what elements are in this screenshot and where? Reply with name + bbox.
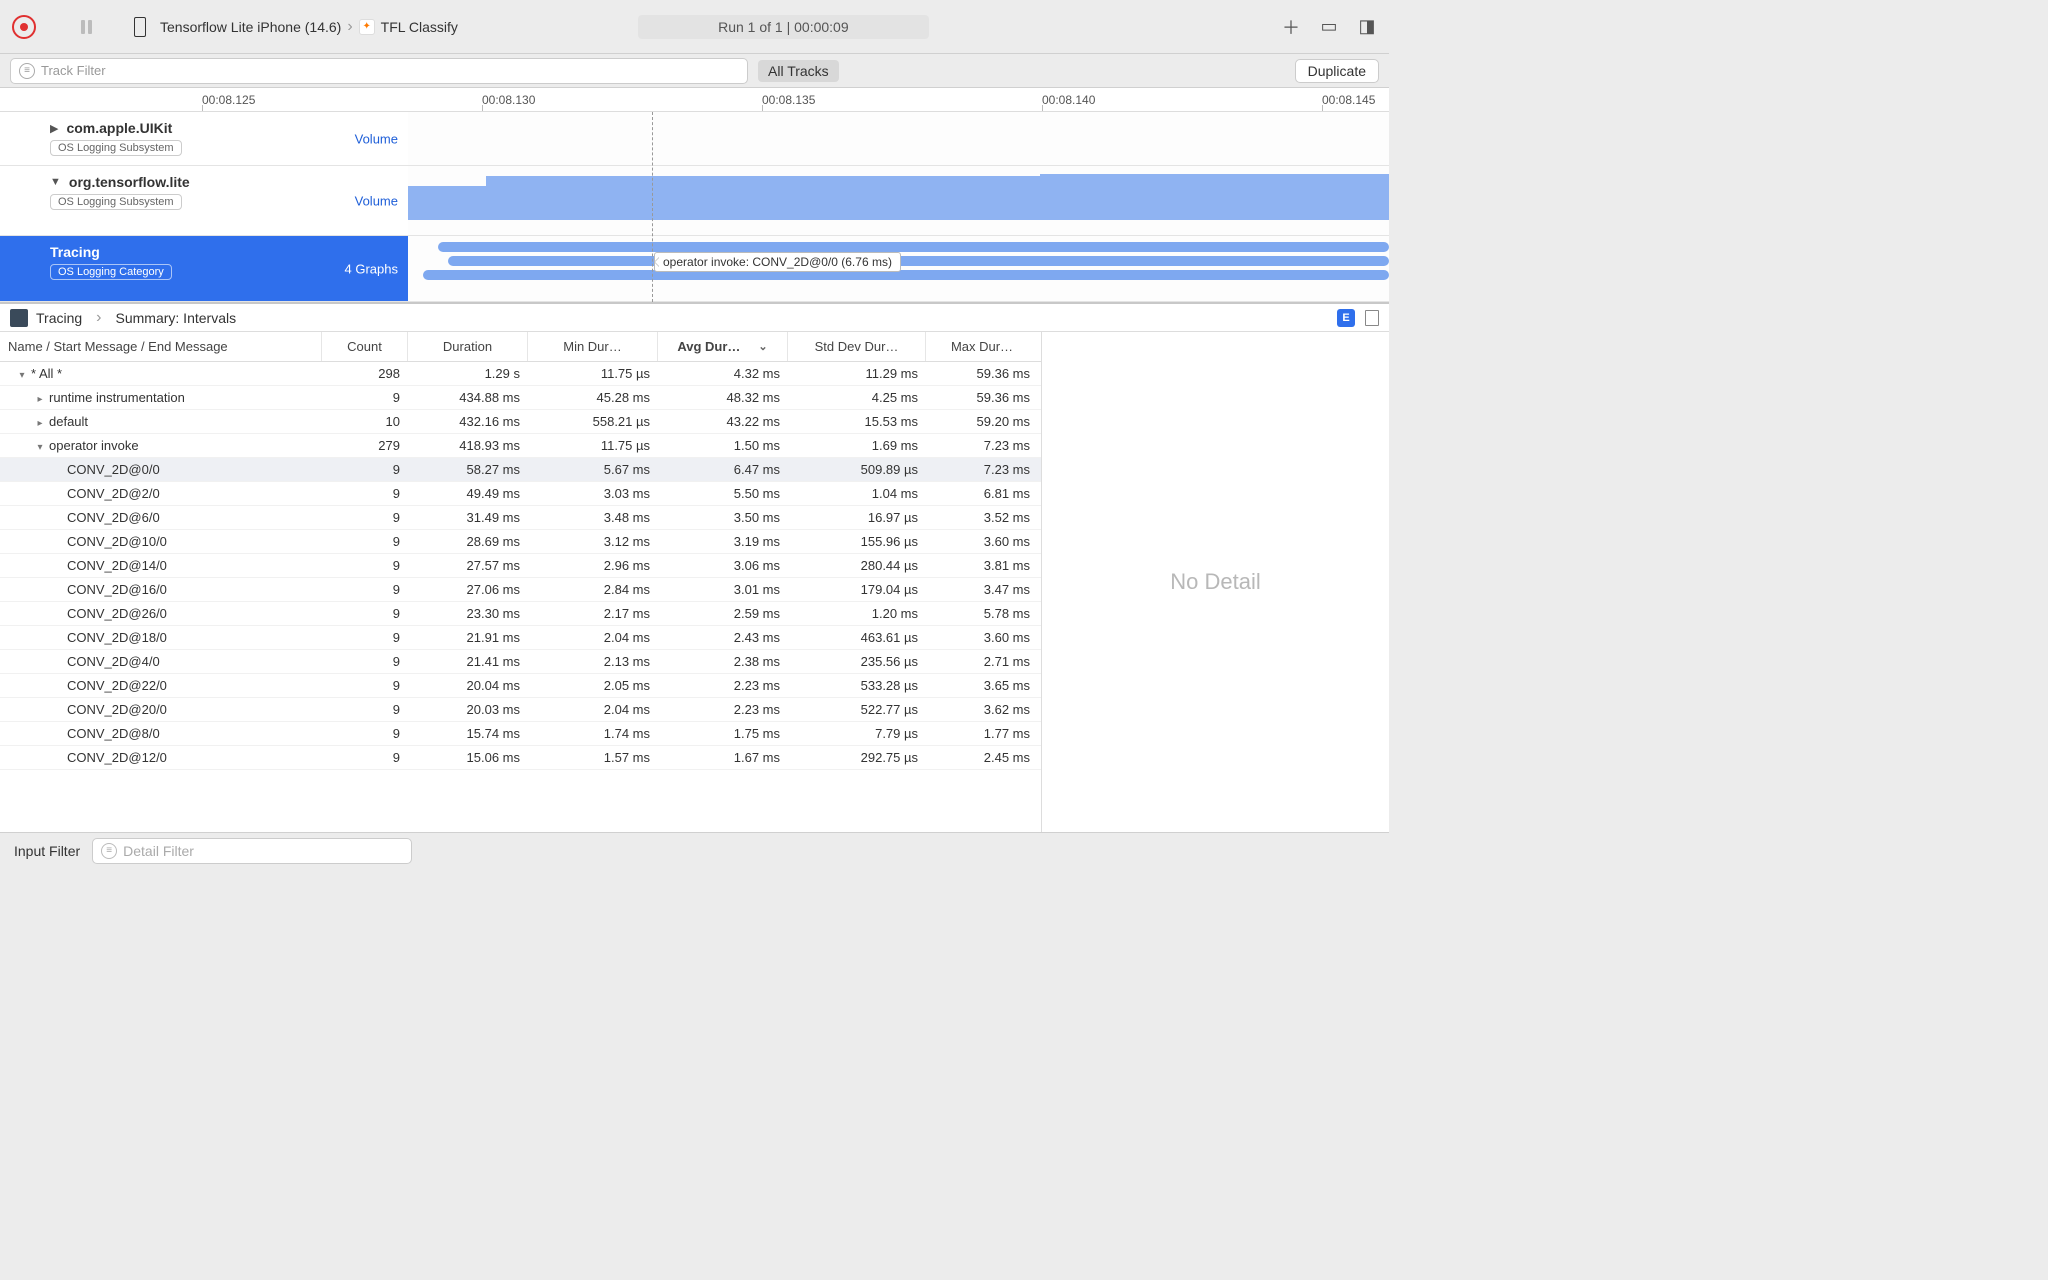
tracks: ▶com.apple.UIKit OS Logging Subsystem Vo…	[0, 112, 1389, 302]
playhead[interactable]	[652, 112, 653, 302]
track-filter-input[interactable]: ≡ Track Filter	[10, 58, 748, 84]
panel-right-icon[interactable]: ◨	[1357, 17, 1377, 37]
chevron-down-icon: ⌄	[758, 340, 767, 353]
detail-filter-input[interactable]: ≡ Detail Filter	[92, 838, 412, 864]
detail-pane: No Detail	[1041, 332, 1389, 832]
table-body[interactable]: ▾* All *2981.29 s11.75 µs4.32 ms11.29 ms…	[0, 362, 1041, 832]
table-row[interactable]: CONV_2D@26/0923.30 ms2.17 ms2.59 ms1.20 …	[0, 602, 1041, 626]
table-row[interactable]: CONV_2D@20/0920.03 ms2.04 ms2.23 ms522.7…	[0, 698, 1041, 722]
device-icon	[134, 17, 146, 37]
volume-bar	[1040, 174, 1389, 220]
instruments-window: Tensorflow Lite iPhone (14.6) › ✦ TFL Cl…	[0, 0, 1389, 868]
track-tracing[interactable]: Tracing OS Logging Category 4 Graphs ope…	[0, 236, 1389, 302]
chevron-right-icon: ›	[347, 18, 352, 36]
detail-crumb-1[interactable]: Tracing	[36, 310, 82, 326]
table-row[interactable]: CONV_2D@22/0920.04 ms2.05 ms2.23 ms533.2…	[0, 674, 1041, 698]
input-filter-label[interactable]: Input Filter	[14, 843, 80, 859]
table-row[interactable]: ▾operator invoke279418.93 ms11.75 µs1.50…	[0, 434, 1041, 458]
detail-crumb-2[interactable]: Summary: Intervals	[116, 310, 237, 326]
table-row[interactable]: CONV_2D@14/0927.57 ms2.96 ms3.06 ms280.4…	[0, 554, 1041, 578]
run-status[interactable]: Run 1 of 1 | 00:00:09	[638, 15, 929, 39]
col-min[interactable]: Min Dur…	[528, 332, 658, 361]
toolbar: Tensorflow Lite iPhone (14.6) › ✦ TFL Cl…	[0, 0, 1389, 54]
chevron-right-icon: ›	[96, 309, 101, 327]
table-row[interactable]: CONV_2D@6/0931.49 ms3.48 ms3.50 ms16.97 …	[0, 506, 1041, 530]
filter-icon: ≡	[101, 843, 117, 859]
table-row[interactable]: CONV_2D@2/0949.49 ms3.03 ms5.50 ms1.04 m…	[0, 482, 1041, 506]
panel-bottom-icon[interactable]: ▭	[1319, 17, 1339, 37]
add-icon[interactable]: ＋	[1281, 17, 1301, 37]
track-tflite[interactable]: ▼org.tensorflow.lite OS Logging Subsyste…	[0, 166, 1389, 236]
table-row[interactable]: CONV_2D@16/0927.06 ms2.84 ms3.01 ms179.0…	[0, 578, 1041, 602]
footer: Input Filter ≡ Detail Filter	[0, 832, 1389, 868]
table-row[interactable]: CONV_2D@12/0915.06 ms1.57 ms1.67 ms292.7…	[0, 746, 1041, 770]
track-uikit[interactable]: ▶com.apple.UIKit OS Logging Subsystem Vo…	[0, 112, 1389, 166]
time-ruler[interactable]: 00:08.125 00:08.130 00:08.135 00:08.140 …	[0, 88, 1389, 112]
col-std[interactable]: Std Dev Dur…	[788, 332, 926, 361]
table-row[interactable]: CONV_2D@18/0921.91 ms2.04 ms2.43 ms463.6…	[0, 626, 1041, 650]
table-row[interactable]: CONV_2D@0/0958.27 ms5.67 ms6.47 ms509.89…	[0, 458, 1041, 482]
table-header: Name / Start Message / End Message Count…	[0, 332, 1041, 362]
extended-detail-toggle[interactable]: E	[1337, 309, 1355, 327]
col-duration[interactable]: Duration	[408, 332, 528, 361]
no-detail-label: No Detail	[1170, 569, 1260, 595]
filter-icon: ≡	[19, 63, 35, 79]
detail-breadcrumb: Tracing › Summary: Intervals E	[0, 302, 1389, 332]
table-row[interactable]: ▸runtime instrumentation9434.88 ms45.28 …	[0, 386, 1041, 410]
track-filter-placeholder: Track Filter	[41, 63, 106, 78]
summary-table-pane: Name / Start Message / End Message Count…	[0, 332, 1041, 832]
all-tracks-pill[interactable]: All Tracks	[758, 60, 839, 82]
trace-bar[interactable]	[448, 256, 1389, 266]
detail-filter-placeholder: Detail Filter	[123, 843, 194, 859]
table-row[interactable]: ▸default10432.16 ms558.21 µs43.22 ms15.5…	[0, 410, 1041, 434]
toolbar-right: ＋ ▭ ◨	[1281, 17, 1377, 37]
table-row[interactable]: ▾* All *2981.29 s11.75 µs4.32 ms11.29 ms…	[0, 362, 1041, 386]
tracing-icon	[10, 309, 28, 327]
duplicate-button[interactable]: Duplicate	[1295, 59, 1379, 83]
doc-icon[interactable]	[1365, 310, 1379, 326]
col-max[interactable]: Max Dur…	[926, 332, 1038, 361]
tracks-area: ▶com.apple.UIKit OS Logging Subsystem Vo…	[0, 112, 1389, 302]
col-count[interactable]: Count	[322, 332, 408, 361]
record-button[interactable]	[12, 15, 36, 39]
target-breadcrumb[interactable]: Tensorflow Lite iPhone (14.6) › ✦ TFL Cl…	[160, 18, 458, 36]
trace-tooltip: operator invoke: CONV_2D@0/0 (6.76 ms)	[654, 252, 901, 272]
table-row[interactable]: CONV_2D@8/0915.74 ms1.74 ms1.75 ms7.79 µ…	[0, 722, 1041, 746]
table-row[interactable]: CONV_2D@4/0921.41 ms2.13 ms2.38 ms235.56…	[0, 650, 1041, 674]
table-row[interactable]: CONV_2D@10/0928.69 ms3.12 ms3.19 ms155.9…	[0, 530, 1041, 554]
col-avg[interactable]: Avg Dur…⌄	[658, 332, 788, 361]
trace-bar[interactable]	[423, 270, 1389, 280]
app-name: TFL Classify	[381, 19, 458, 35]
main-split: Name / Start Message / End Message Count…	[0, 332, 1389, 832]
volume-bar	[408, 186, 486, 220]
filter-bar: ≡ Track Filter All Tracks Duplicate	[0, 54, 1389, 88]
device-name: Tensorflow Lite iPhone (14.6)	[160, 19, 341, 35]
pause-button[interactable]	[74, 15, 98, 39]
col-name[interactable]: Name / Start Message / End Message	[0, 332, 322, 361]
volume-bar	[486, 176, 1042, 220]
trace-bar[interactable]	[438, 242, 1389, 252]
app-icon: ✦	[359, 19, 375, 35]
